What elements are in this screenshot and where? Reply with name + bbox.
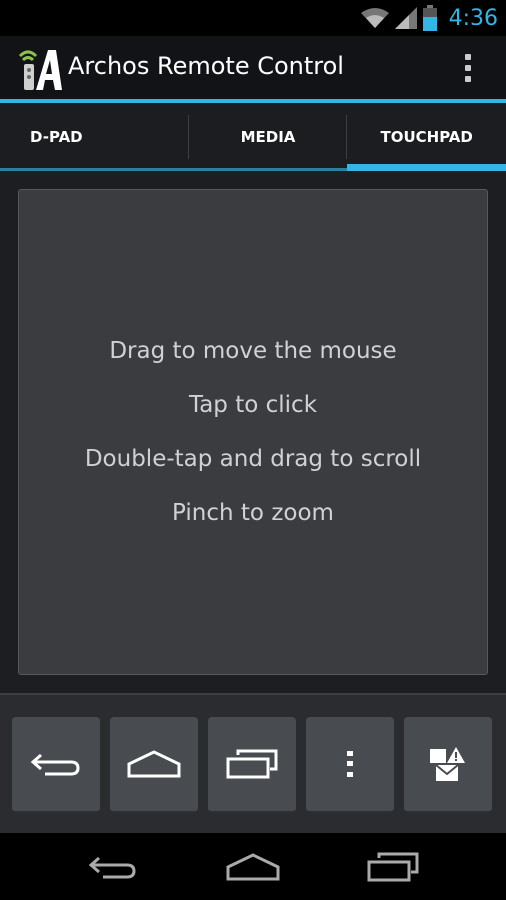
status-icons: 4:36 <box>360 4 498 32</box>
back-arrow-icon <box>31 753 80 776</box>
back-icon <box>89 856 136 879</box>
tab-media[interactable]: MEDIA <box>188 103 348 171</box>
recent-apps-button[interactable] <box>208 717 296 813</box>
tab-label: TOUCHPAD <box>380 128 473 146</box>
system-nav-bar <box>0 833 506 900</box>
tab-label: D-PAD <box>30 128 83 146</box>
home-icon <box>127 750 181 778</box>
recent-apps-icon <box>367 852 419 882</box>
tab-touchpad[interactable]: TOUCHPAD <box>347 103 506 171</box>
tab-d-pad[interactable]: D-PAD <box>0 103 189 171</box>
tab-bar: D-PAD MEDIA TOUCHPAD <box>0 103 506 171</box>
instruction-zoom: Pinch to zoom <box>172 500 334 526</box>
home-button[interactable] <box>110 717 198 813</box>
notification-alert-icon <box>430 747 465 781</box>
back-button[interactable] <box>12 717 100 813</box>
overflow-menu-icon[interactable] <box>458 50 478 86</box>
app-title: Archos Remote Control <box>68 52 344 80</box>
wifi-icon <box>360 8 389 28</box>
overflow-menu-icon <box>347 751 353 777</box>
system-back-button[interactable] <box>78 847 148 887</box>
home-icon <box>226 853 280 881</box>
system-home-button[interactable] <box>218 847 288 887</box>
remote-control-bar <box>0 693 506 833</box>
archos-remote-app-icon <box>18 50 62 90</box>
action-bar: Archos Remote Control <box>0 36 506 100</box>
instruction-move: Drag to move the mouse <box>109 338 397 364</box>
signal-icon <box>394 7 417 29</box>
status-bar: 4:36 <box>0 0 506 36</box>
menu-button[interactable] <box>306 717 394 813</box>
recent-apps-icon <box>226 749 278 779</box>
status-time: 4:36 <box>448 5 498 31</box>
notifications-button[interactable] <box>404 717 492 813</box>
touchpad-area[interactable]: Drag to move the mouse Tap to click Doub… <box>18 189 488 675</box>
tab-indicator-active <box>347 164 506 171</box>
battery-icon <box>422 5 437 31</box>
system-recent-apps-button[interactable] <box>358 847 428 887</box>
content-area: Drag to move the mouse Tap to click Doub… <box>0 171 506 693</box>
instruction-click: Tap to click <box>188 392 318 418</box>
instruction-scroll: Double-tap and drag to scroll <box>84 446 422 472</box>
tab-label: MEDIA <box>240 128 296 146</box>
